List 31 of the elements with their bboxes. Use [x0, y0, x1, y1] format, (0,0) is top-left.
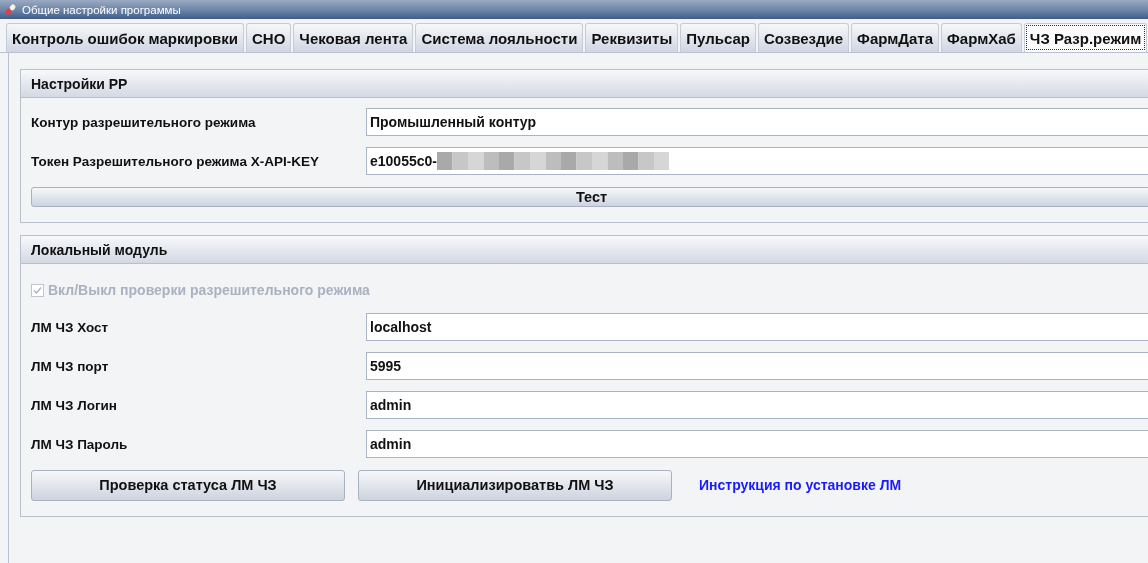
test-button[interactable]: Тест — [31, 187, 1148, 207]
text-field[interactable]: Промышленный контур — [366, 108, 1148, 136]
tab[interactable]: Система лояльности — [415, 23, 584, 52]
group-title: Локальный модуль — [21, 236, 1148, 264]
field-label: ЛМ ЧЗ Пароль — [31, 436, 129, 452]
field-label: ЛМ ЧЗ порт — [31, 358, 110, 374]
text-field[interactable]: admin — [366, 430, 1148, 458]
field-label: Токен Разрешительного режима X-API-KEY — [31, 153, 320, 169]
text-field[interactable]: 5995 — [366, 352, 1148, 380]
tab[interactable]: Созвездие — [757, 23, 850, 52]
action-button[interactable]: Проверка статуса ЛМ ЧЗ — [31, 469, 345, 501]
window-title: Общие настройки программы — [22, 3, 181, 16]
pill-icon — [4, 3, 17, 16]
tab[interactable]: Контроль ошибок маркировки — [6, 23, 244, 52]
tab[interactable]: ФармХаб — [941, 23, 1022, 52]
checkbox-label: Вкл/Выкл проверки разрешительного режима — [48, 282, 370, 298]
tab[interactable]: СНО — [246, 23, 292, 52]
text-field[interactable]: localhost — [366, 313, 1148, 341]
tab[interactable]: Реквизиты — [585, 23, 679, 52]
text-field[interactable]: e10055c0- — [366, 147, 1148, 175]
tab[interactable]: ЧЗ Разр.режим — [1023, 23, 1148, 52]
field-label: ЛМ ЧЗ Хост — [31, 319, 110, 335]
field-label: ЛМ ЧЗ Логин — [31, 397, 118, 413]
tab[interactable]: Чековая лента — [293, 23, 414, 52]
tab[interactable]: Пульсар — [680, 23, 756, 52]
tab[interactable]: ФармДата — [851, 23, 940, 52]
action-button[interactable]: Инициализироватвь ЛМ ЧЗ — [358, 469, 672, 501]
text-field[interactable]: admin — [366, 391, 1148, 419]
instruction-link[interactable]: Инструкция по установке ЛМ — [699, 477, 902, 493]
field-label: Контур разрешительного режима — [31, 114, 257, 130]
group-title: Настройки РР — [21, 70, 1148, 98]
